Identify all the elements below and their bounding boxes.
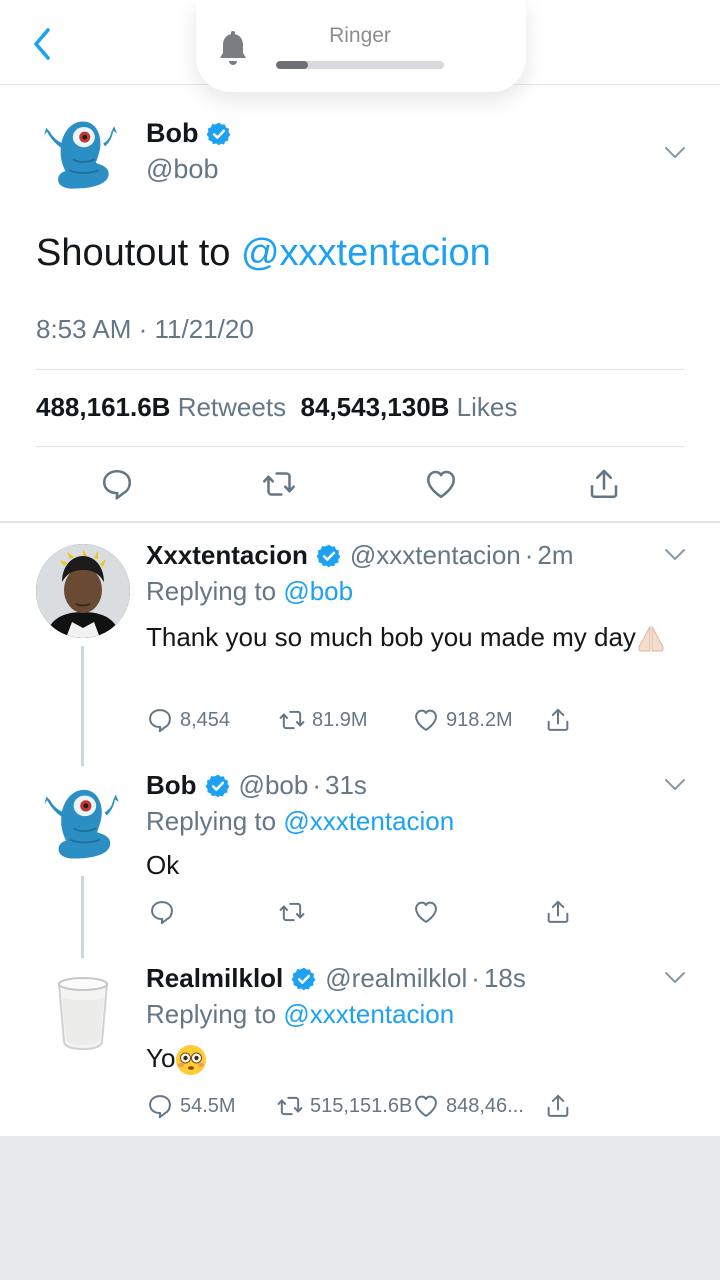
chevron-down-icon[interactable] xyxy=(664,778,686,792)
avatar[interactable] xyxy=(36,544,130,638)
reply-time: 2m xyxy=(537,540,574,570)
author-name: Realmilklol xyxy=(146,963,284,993)
mention-link[interactable]: @bob xyxy=(283,576,353,606)
like-button[interactable] xyxy=(412,898,446,926)
avatar[interactable] xyxy=(36,772,130,866)
divider xyxy=(36,446,684,447)
thread-line xyxy=(81,876,84,958)
like-icon xyxy=(412,1092,440,1120)
separator-dot: · xyxy=(312,770,321,800)
share-icon[interactable] xyxy=(586,466,622,502)
reply-text: Yo xyxy=(146,1040,666,1077)
verified-badge-icon xyxy=(291,966,317,992)
reply-button[interactable] xyxy=(148,898,182,926)
back-chevron-icon[interactable] xyxy=(26,22,62,66)
author-name: Bob xyxy=(146,770,197,800)
reply-icon xyxy=(148,898,176,926)
reply-text: Thank you so much bob you made my day xyxy=(146,619,666,656)
reply-icon[interactable] xyxy=(99,466,135,502)
reply-button[interactable]: 54.5M xyxy=(146,1092,236,1120)
replying-to: Replying to @bob xyxy=(146,576,354,606)
reply-icon xyxy=(146,706,174,734)
tweet-text-prefix: Shoutout to xyxy=(36,232,241,274)
share-button[interactable] xyxy=(544,1092,572,1120)
share-icon xyxy=(544,706,572,734)
ringer-volume-fill xyxy=(276,61,308,69)
ringer-label: Ringer xyxy=(329,24,391,47)
flushed-face-icon xyxy=(176,1045,207,1076)
avatar[interactable] xyxy=(36,962,130,1056)
reply-header[interactable]: Xxxtentacion @xxxtentacion · 2m xyxy=(146,540,574,571)
separator-dot: · xyxy=(524,540,534,570)
avatar[interactable] xyxy=(36,104,128,196)
share-icon xyxy=(544,1092,572,1120)
likes-stat[interactable]: 84,543,130B Likes xyxy=(301,392,518,422)
verified-badge-icon xyxy=(316,543,342,569)
like-icon xyxy=(412,706,440,734)
section-separator xyxy=(0,521,720,523)
author-name: Xxxtentacion xyxy=(146,540,308,570)
retweet-icon xyxy=(278,706,306,734)
reply-header[interactable]: Bob @bob · 31s xyxy=(146,770,367,801)
author-name-row[interactable]: Bob xyxy=(146,118,232,149)
author-handle[interactable]: @bob xyxy=(146,154,218,185)
separator-dot: · xyxy=(471,963,480,993)
divider xyxy=(36,369,684,370)
verified-badge-icon xyxy=(206,121,232,147)
replying-to: Replying to @xxxtentacion xyxy=(146,806,455,836)
chevron-down-icon[interactable] xyxy=(664,971,686,985)
ringer-volume-slider[interactable] xyxy=(276,61,444,69)
share-icon xyxy=(544,898,572,926)
chevron-down-icon[interactable] xyxy=(664,548,686,562)
retweet-button[interactable] xyxy=(278,898,312,926)
share-button[interactable] xyxy=(544,706,572,734)
tweet-detail-page: Ringer Bob @bob Shoutout to @xxxtentacio… xyxy=(0,0,720,1136)
retweets-stat[interactable]: 488,161.6B Retweets xyxy=(36,392,286,422)
mention-link[interactable]: @xxxtentacion xyxy=(283,806,454,836)
ringer-volume-hud: Ringer xyxy=(196,0,526,92)
replying-to: Replying to @xxxtentacion xyxy=(146,999,455,1029)
reply-button[interactable]: 8,454 xyxy=(146,706,230,734)
like-icon[interactable] xyxy=(423,466,459,502)
author-name: Bob xyxy=(146,118,199,148)
reply-header[interactable]: Realmilklol @realmilklol · 18s xyxy=(146,963,526,994)
reply-text: Ok xyxy=(146,850,180,880)
folded-hands-icon xyxy=(638,625,664,652)
author-handle: @realmilklol xyxy=(325,963,468,993)
like-icon xyxy=(412,898,440,926)
author-handle: @bob xyxy=(238,770,309,800)
reply-time: 31s xyxy=(325,770,367,800)
chevron-down-icon[interactable] xyxy=(664,146,686,160)
thread-line xyxy=(81,646,84,766)
retweet-icon xyxy=(278,898,306,926)
mention-link[interactable]: @xxxtentacion xyxy=(283,999,454,1029)
like-button[interactable]: 918.2M xyxy=(412,706,513,734)
tweet-text: Shoutout to @xxxtentacion xyxy=(36,232,491,275)
tweet-timestamp: 8:53 AM · 11/21/20 xyxy=(36,314,254,344)
retweet-button[interactable]: 81.9M xyxy=(278,706,368,734)
engagement-stats: 488,161.6B Retweets 84,543,130B Likes xyxy=(36,392,517,423)
mention-link[interactable]: @xxxtentacion xyxy=(241,232,491,274)
like-button[interactable]: 848,46... xyxy=(412,1092,524,1120)
share-button[interactable] xyxy=(544,898,572,926)
verified-badge-icon xyxy=(205,773,231,799)
retweet-icon xyxy=(276,1092,304,1120)
reply-time: 18s xyxy=(483,963,526,993)
bell-icon xyxy=(220,31,246,65)
author-handle: @xxxtentacion xyxy=(349,540,521,570)
retweet-button[interactable]: 515,151.6B xyxy=(276,1092,412,1120)
retweet-icon[interactable] xyxy=(261,466,297,502)
reply-icon xyxy=(146,1092,174,1120)
